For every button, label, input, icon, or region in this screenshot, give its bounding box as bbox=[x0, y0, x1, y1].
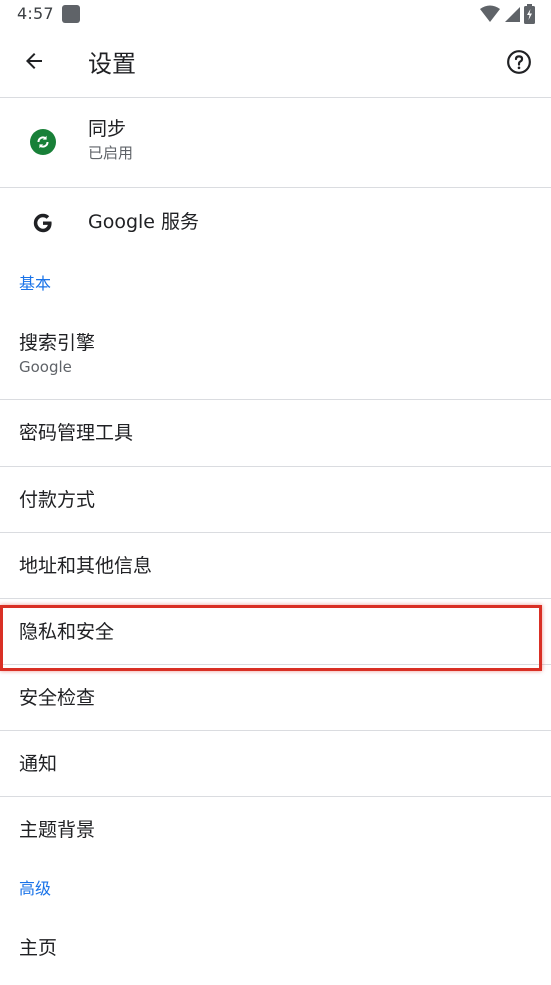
sync-item[interactable]: 同步 已启用 bbox=[0, 98, 551, 188]
privacy-security-item[interactable]: 隐私和安全 bbox=[0, 599, 551, 665]
app-notification-icon bbox=[62, 5, 80, 23]
section-header-advanced-label: 高级 bbox=[19, 879, 52, 898]
payment-methods-item[interactable]: 付款方式 bbox=[0, 467, 551, 533]
themes-title: 主题背景 bbox=[19, 819, 96, 841]
safety-check-item[interactable]: 安全检查 bbox=[0, 665, 551, 731]
section-header-basic: 基本 bbox=[0, 258, 551, 314]
passwords-item[interactable]: 密码管理工具 bbox=[0, 400, 551, 467]
page-title: 设置 bbox=[88, 50, 136, 78]
sync-text: 同步 已启用 bbox=[88, 117, 133, 163]
app-bar: 设置 bbox=[0, 28, 551, 98]
sync-title: 同步 bbox=[88, 118, 127, 140]
addresses-title: 地址和其他信息 bbox=[19, 555, 153, 577]
google-services-item[interactable]: Google 服务 bbox=[0, 188, 551, 258]
section-header-basic-label: 基本 bbox=[19, 274, 52, 293]
section-header-advanced: 高级 bbox=[0, 863, 551, 925]
google-icon-wrapper bbox=[28, 208, 58, 238]
safety-check-title: 安全检查 bbox=[19, 687, 96, 709]
notifications-item[interactable]: 通知 bbox=[0, 731, 551, 797]
addresses-item[interactable]: 地址和其他信息 bbox=[0, 533, 551, 599]
google-services-title: Google 服务 bbox=[88, 211, 200, 233]
payment-methods-title: 付款方式 bbox=[19, 489, 96, 511]
search-engine-title: 搜索引擎 bbox=[19, 332, 96, 354]
search-engine-item[interactable]: 搜索引擎 Google bbox=[0, 314, 551, 400]
battery-icon bbox=[524, 4, 535, 24]
wifi-icon bbox=[480, 5, 500, 22]
settings-list: 同步 已启用 Google 服务 基本 搜索引擎 Google 密码管理工具 付… bbox=[0, 98, 551, 985]
back-button[interactable] bbox=[14, 41, 54, 81]
help-button[interactable] bbox=[499, 42, 539, 82]
help-icon bbox=[507, 50, 531, 74]
arrow-back-icon bbox=[26, 53, 42, 69]
google-services-text: Google 服务 bbox=[88, 210, 199, 234]
sync-subtitle: 已启用 bbox=[88, 144, 134, 162]
privacy-security-title: 隐私和安全 bbox=[19, 621, 115, 643]
status-icons bbox=[480, 4, 535, 24]
themes-item[interactable]: 主题背景 bbox=[0, 797, 551, 863]
homepage-item[interactable]: 主页 bbox=[0, 925, 551, 985]
status-bar: 4:57 bbox=[0, 0, 551, 28]
status-time: 4:57 bbox=[17, 4, 54, 23]
sync-icon bbox=[30, 129, 56, 155]
homepage-title: 主页 bbox=[19, 937, 58, 959]
search-engine-text: 搜索引擎 Google bbox=[19, 331, 95, 377]
signal-icon bbox=[505, 7, 520, 22]
notifications-title: 通知 bbox=[19, 753, 58, 775]
passwords-title: 密码管理工具 bbox=[19, 422, 134, 444]
sync-icon-wrapper bbox=[28, 127, 58, 157]
search-engine-subtitle: Google bbox=[19, 358, 72, 376]
google-icon bbox=[33, 213, 52, 233]
